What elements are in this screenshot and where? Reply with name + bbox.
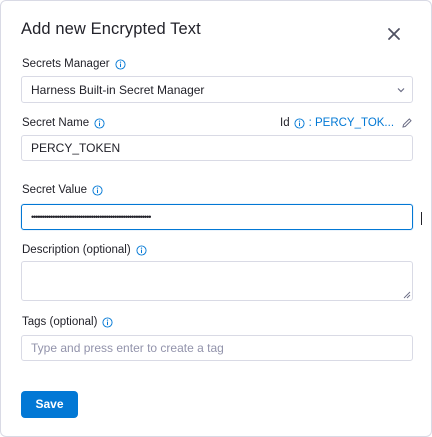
secret-value-label: Secret Value <box>22 184 103 196</box>
resize-grip-icon[interactable] <box>403 291 411 299</box>
secret-name-value: PERCY_TOKEN <box>31 141 121 155</box>
close-icon[interactable] <box>385 25 403 43</box>
secret-id: Id : PERCY_TOK... <box>280 117 394 129</box>
info-icon[interactable] <box>102 316 113 328</box>
add-encrypted-text-dialog: Add new Encrypted Text Secrets Manager H… <box>0 0 432 437</box>
tags-label: Tags (optional) <box>22 316 113 328</box>
pencil-icon[interactable] <box>401 117 413 129</box>
tags-placeholder: Type and press enter to create a tag <box>31 341 224 355</box>
save-button[interactable]: Save <box>21 391 78 418</box>
description-label: Description (optional) <box>22 244 147 256</box>
info-icon[interactable] <box>294 117 305 129</box>
secret-name-label: Secret Name <box>22 117 105 129</box>
description-textarea[interactable] <box>21 261 413 301</box>
secrets-manager-value: Harness Built-in Secret Manager <box>31 82 205 97</box>
text-caret <box>421 212 422 225</box>
secret-name-label-text: Secret Name <box>22 117 90 129</box>
secrets-manager-select[interactable]: Harness Built-in Secret Manager <box>21 76 413 103</box>
info-icon[interactable] <box>92 184 103 196</box>
id-value: : PERCY_TOK... <box>308 117 395 129</box>
secret-value-input[interactable]: ••••••••••••••••••••••••••••••••••••••••… <box>21 204 422 230</box>
description-label-text: Description (optional) <box>22 244 131 256</box>
secrets-manager-label-text: Secrets Manager <box>22 58 110 70</box>
secrets-manager-label: Secrets Manager <box>22 58 126 70</box>
secret-value-masked: ••••••••••••••••••••••••••••••••••••••••… <box>31 212 151 222</box>
info-icon[interactable] <box>136 244 147 256</box>
tags-label-text: Tags (optional) <box>22 316 98 328</box>
secret-name-input[interactable]: PERCY_TOKEN <box>21 135 413 161</box>
id-label: Id <box>280 117 290 129</box>
tags-input[interactable]: Type and press enter to create a tag <box>21 335 413 361</box>
chevron-down-icon <box>397 87 405 92</box>
info-icon[interactable] <box>115 58 126 70</box>
info-icon[interactable] <box>94 117 105 129</box>
secret-value-label-text: Secret Value <box>22 184 87 196</box>
dialog-title: Add new Encrypted Text <box>21 20 201 38</box>
